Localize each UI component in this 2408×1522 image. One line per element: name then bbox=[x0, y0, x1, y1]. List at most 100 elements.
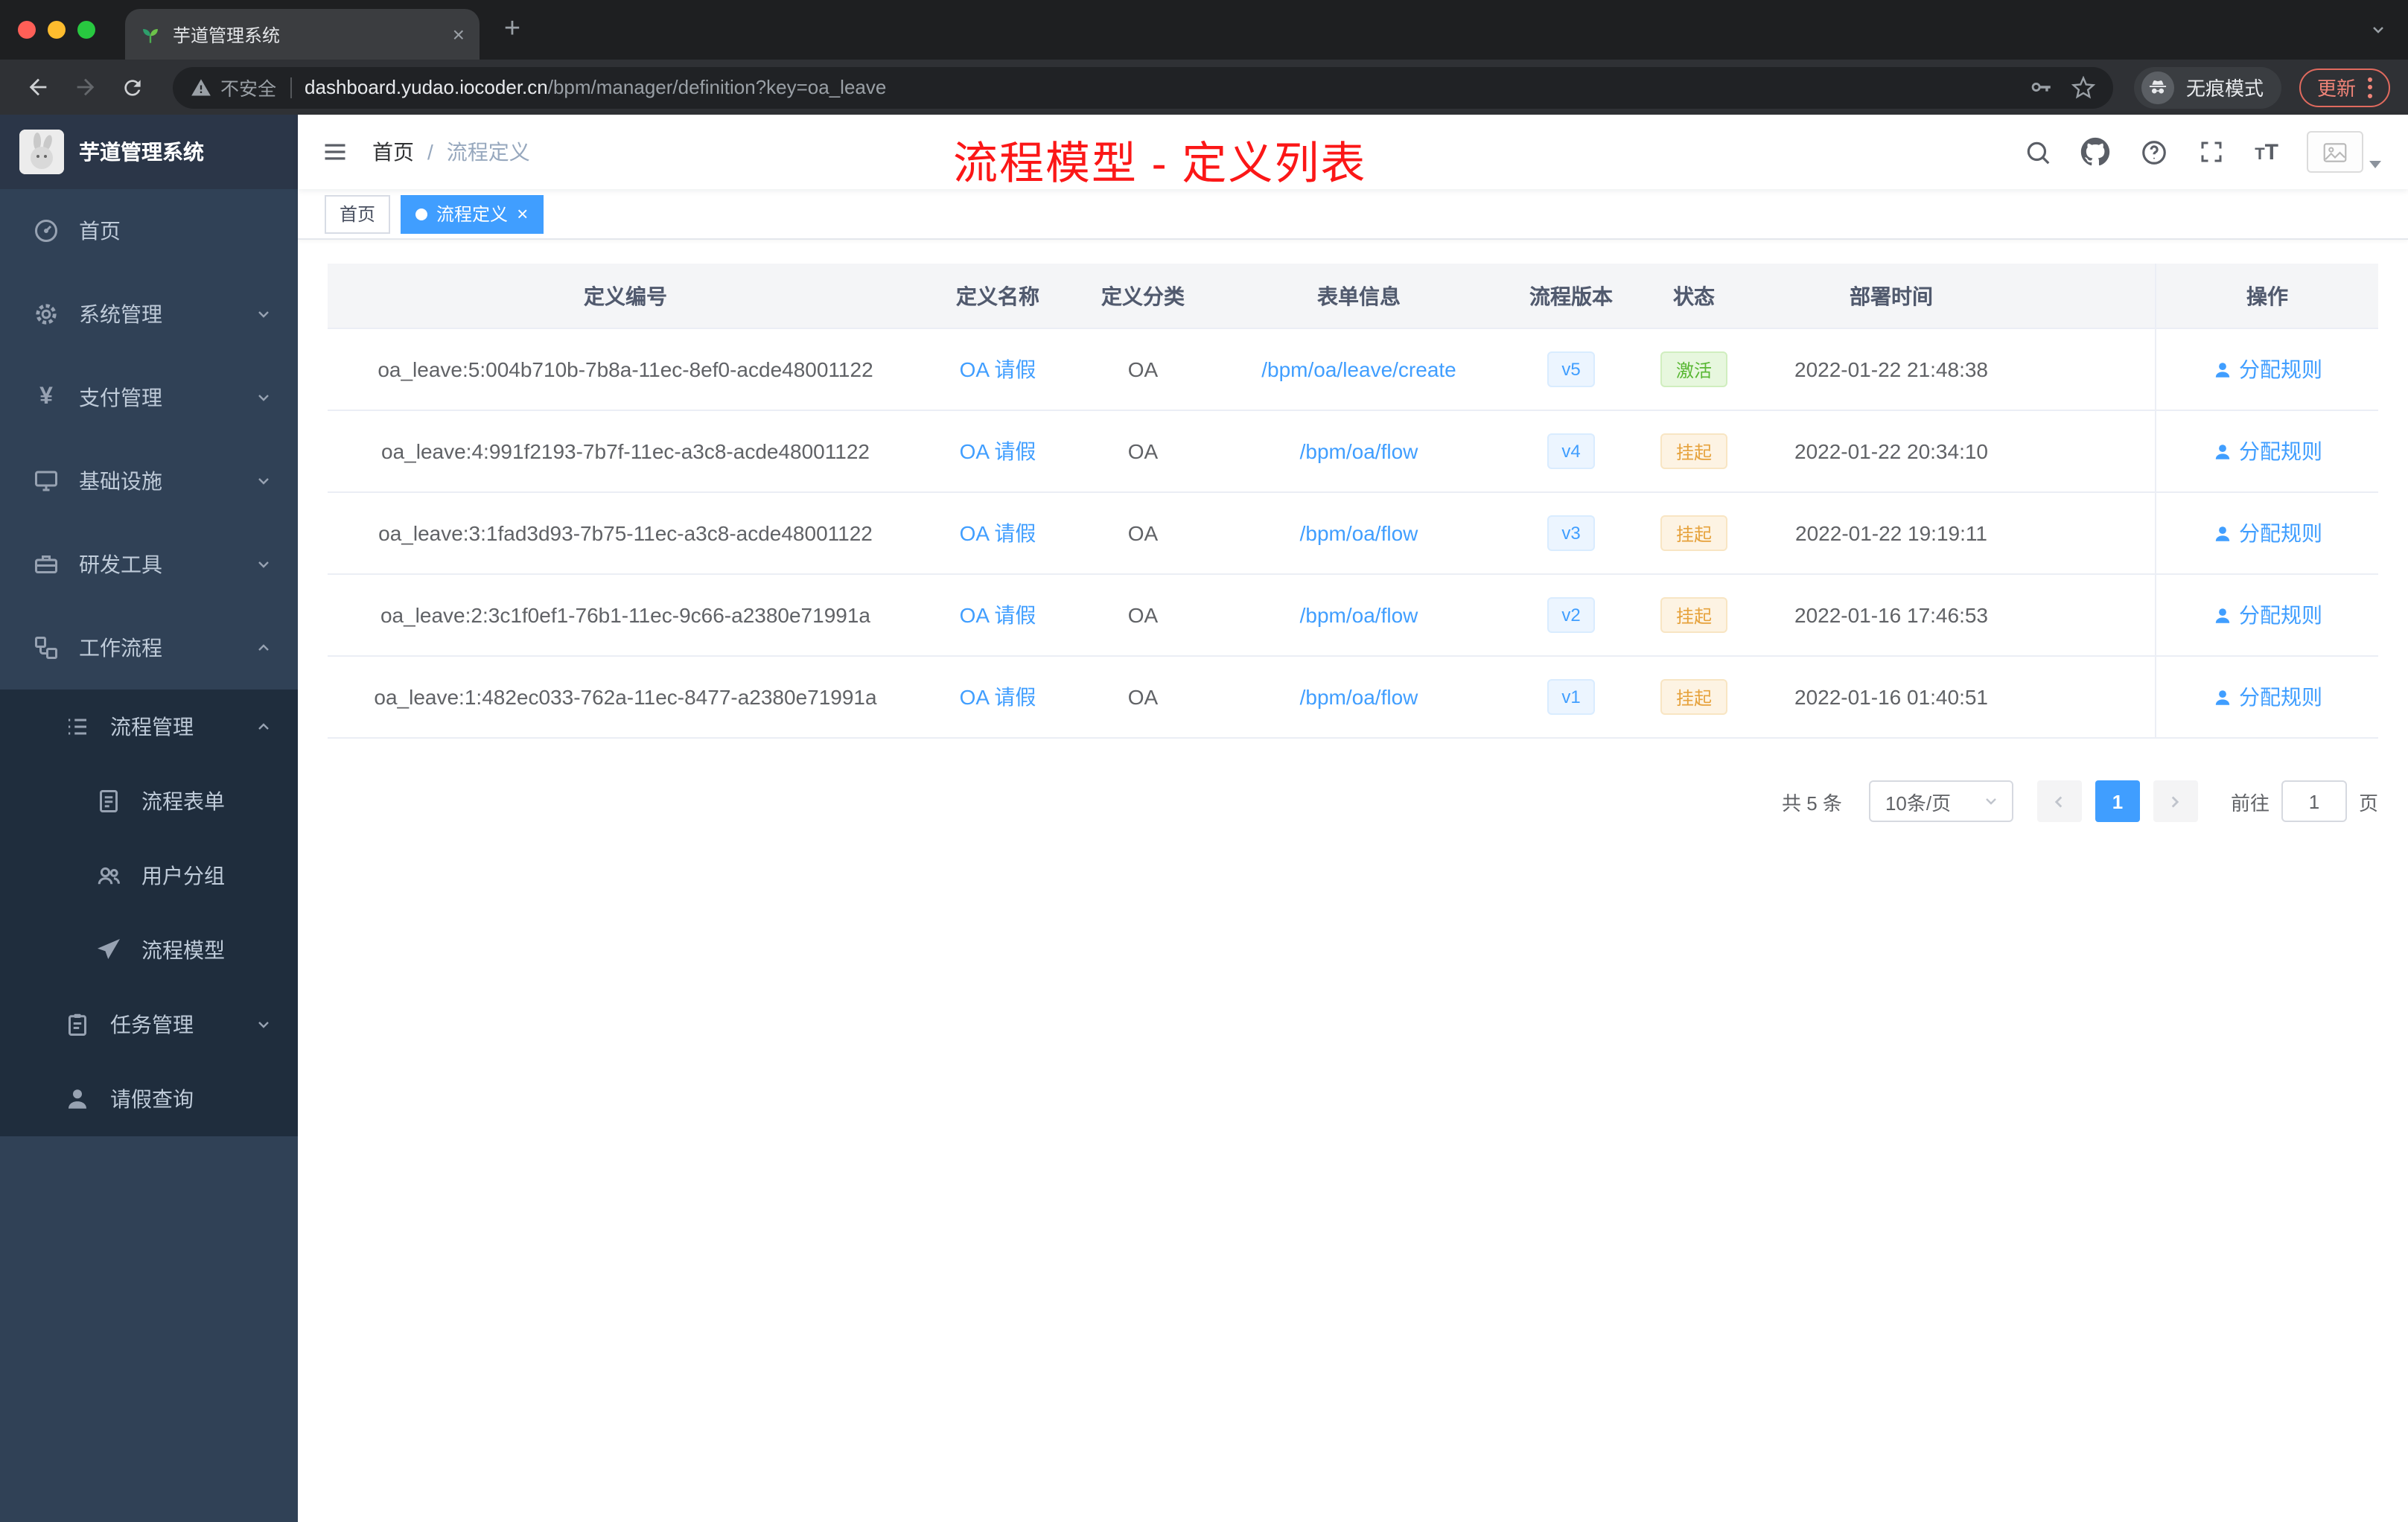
help-icon[interactable] bbox=[2138, 137, 2168, 167]
form-link[interactable]: /bpm/oa/flow bbox=[1300, 439, 1418, 463]
avatar-caret-icon bbox=[2369, 161, 2381, 168]
tag-close-icon[interactable]: × bbox=[517, 204, 528, 223]
form-link[interactable]: /bpm/oa/leave/create bbox=[1261, 357, 1456, 381]
password-key-icon[interactable] bbox=[2028, 74, 2054, 100]
col-header-status: 状态 bbox=[1673, 284, 1715, 308]
bookmark-star-icon[interactable] bbox=[2071, 75, 2095, 99]
cell-category: OA bbox=[1127, 603, 1159, 627]
cell-category: OA bbox=[1127, 521, 1159, 545]
assign-rule-button[interactable]: 分配规则 bbox=[2212, 682, 2322, 712]
sidebar-item-user-groups[interactable]: 用户分组 bbox=[0, 838, 298, 913]
cell-definition-id: oa_leave:3:1fad3d93-7b75-11ec-a3c8-acde4… bbox=[378, 521, 873, 545]
tag-process-definition[interactable]: 流程定义 × bbox=[401, 194, 544, 233]
sidebar: 芋道管理系统 首页 系统管理 ¥ 支付管理 基础设施 研发工具 工作流程 流程管… bbox=[0, 115, 298, 1522]
incognito-label: 无痕模式 bbox=[2185, 77, 2264, 100]
goto-page-input[interactable] bbox=[2281, 780, 2347, 822]
sidebar-item-label: 支付管理 bbox=[79, 386, 162, 410]
fullscreen-icon[interactable] bbox=[2197, 137, 2226, 167]
reload-icon[interactable] bbox=[113, 68, 152, 106]
sidebar-item-workflow[interactable]: 工作流程 bbox=[0, 606, 298, 690]
back-icon[interactable] bbox=[18, 68, 57, 106]
cell-deploy-time: 2022-01-22 20:34:10 bbox=[1794, 439, 1988, 463]
browser-tab[interactable]: 芋道管理系统 × bbox=[125, 9, 480, 60]
sidebar-item-infrastructure[interactable]: 基础设施 bbox=[0, 439, 298, 523]
form-link[interactable]: /bpm/oa/flow bbox=[1300, 685, 1418, 709]
tab-close-icon[interactable]: × bbox=[453, 24, 465, 45]
url-path: /bpm/manager/definition?key=oa_leave bbox=[547, 76, 887, 98]
window-minimize-button[interactable] bbox=[48, 21, 66, 39]
user-group-icon bbox=[95, 862, 122, 889]
definition-name-link[interactable]: OA 请假 bbox=[960, 518, 1036, 548]
monitor-icon bbox=[33, 468, 60, 494]
col-header-time: 部署时间 bbox=[1850, 284, 1933, 308]
address-bar[interactable]: 不安全 dashboard.yudao.iocoder.cn/bpm/manag… bbox=[173, 66, 2113, 108]
tag-home[interactable]: 首页 bbox=[325, 194, 391, 233]
breadcrumb-home[interactable]: 首页 bbox=[372, 137, 414, 167]
clipboard-icon bbox=[64, 1011, 91, 1038]
font-size-icon[interactable]: TT bbox=[2255, 139, 2278, 165]
window-close-button[interactable] bbox=[18, 21, 36, 39]
definition-name-link[interactable]: OA 请假 bbox=[960, 354, 1036, 384]
page-size-select[interactable]: 10条/页 bbox=[1868, 780, 2013, 822]
assign-rule-button[interactable]: 分配规则 bbox=[2212, 518, 2322, 548]
assign-rule-button[interactable]: 分配规则 bbox=[2212, 436, 2322, 466]
sidebar-toggle-icon[interactable] bbox=[298, 115, 372, 189]
chrome-update-button[interactable]: 更新 bbox=[2299, 68, 2390, 106]
definition-name-link[interactable]: OA 请假 bbox=[960, 600, 1036, 630]
sidebar-item-process-management[interactable]: 流程管理 bbox=[0, 690, 298, 764]
sidebar-menu: 首页 系统管理 ¥ 支付管理 基础设施 研发工具 工作流程 流程管理 流程表单 … bbox=[0, 189, 298, 1136]
table-row: oa_leave:5:004b710b-7b8a-11ec-8ef0-acde4… bbox=[328, 329, 2378, 411]
next-page-button[interactable] bbox=[2153, 780, 2198, 822]
cell-deploy-time: 2022-01-22 19:19:11 bbox=[1795, 521, 1987, 545]
tab-search-icon[interactable] bbox=[2369, 21, 2387, 39]
sidebar-item-label: 基础设施 bbox=[79, 469, 162, 493]
assign-rule-button[interactable]: 分配规则 bbox=[2212, 600, 2322, 630]
version-badge: v5 bbox=[1547, 351, 1596, 387]
sidebar-header: 芋道管理系统 bbox=[0, 115, 298, 189]
cell-category: OA bbox=[1127, 685, 1159, 709]
cell-deploy-time: 2022-01-16 17:46:53 bbox=[1794, 603, 1988, 627]
sidebar-item-task-management[interactable]: 任务管理 bbox=[0, 987, 298, 1062]
user-avatar[interactable] bbox=[2307, 131, 2381, 173]
assign-rule-button[interactable]: 分配规则 bbox=[2212, 354, 2322, 384]
current-page-button[interactable]: 1 bbox=[2095, 780, 2140, 822]
user-icon bbox=[64, 1086, 91, 1112]
sidebar-item-system[interactable]: 系统管理 bbox=[0, 273, 298, 356]
sidebar-item-dev-tools[interactable]: 研发工具 bbox=[0, 523, 298, 606]
app-frame: 芋道管理系统 首页 系统管理 ¥ 支付管理 基础设施 研发工具 工作流程 流程管… bbox=[0, 115, 2408, 1522]
definition-name-link[interactable]: OA 请假 bbox=[960, 436, 1036, 466]
version-badge: v4 bbox=[1547, 433, 1596, 469]
workflow-icon bbox=[33, 634, 60, 661]
sidebar-item-leave-query[interactable]: 请假查询 bbox=[0, 1062, 298, 1136]
url-text: dashboard.yudao.iocoder.cn/bpm/manager/d… bbox=[305, 76, 886, 98]
definition-table: 定义编号 定义名称 定义分类 表单信息 流程版本 状态 部署时间 操作 oa_l… bbox=[328, 264, 2378, 739]
form-link[interactable]: /bpm/oa/flow bbox=[1300, 521, 1418, 545]
new-tab-button[interactable]: + bbox=[491, 9, 533, 51]
security-indicator[interactable]: 不安全 bbox=[191, 73, 276, 101]
browser-menu-icon[interactable] bbox=[2368, 77, 2372, 98]
prev-page-button[interactable] bbox=[2036, 780, 2082, 822]
omnibox-divider bbox=[290, 77, 292, 98]
sidebar-item-payment[interactable]: ¥ 支付管理 bbox=[0, 356, 298, 439]
sidebar-item-label: 首页 bbox=[79, 219, 121, 243]
chevron-down-icon bbox=[255, 472, 273, 490]
incognito-badge[interactable]: 无痕模式 bbox=[2133, 66, 2281, 108]
annotation-title: 流程模型 - 定义列表 bbox=[953, 140, 1367, 189]
forward-icon[interactable] bbox=[66, 68, 104, 106]
status-badge: 挂起 bbox=[1660, 433, 1727, 469]
form-link[interactable]: /bpm/oa/flow bbox=[1300, 603, 1418, 627]
breadcrumb-current: 流程定义 bbox=[446, 140, 530, 164]
definition-name-link[interactable]: OA 请假 bbox=[960, 682, 1036, 712]
screen: 芋道管理系统 × + 不安全 dashboard.yudao.iocoder.c… bbox=[0, 0, 2408, 1522]
cell-category: OA bbox=[1127, 439, 1159, 463]
search-icon[interactable] bbox=[2022, 137, 2052, 167]
sidebar-item-process-model[interactable]: 流程模型 bbox=[0, 913, 298, 987]
chevron-down-icon bbox=[255, 1016, 273, 1034]
sidebar-item-label: 流程模型 bbox=[141, 938, 225, 962]
form-icon bbox=[95, 788, 122, 815]
sidebar-item-home[interactable]: 首页 bbox=[0, 189, 298, 273]
workflow-submenu: 流程管理 流程表单 用户分组 流程模型 任务管理 请假查询 bbox=[0, 690, 298, 1136]
github-icon[interactable] bbox=[2080, 137, 2110, 167]
window-zoom-button[interactable] bbox=[77, 21, 95, 39]
sidebar-item-process-form[interactable]: 流程表单 bbox=[0, 764, 298, 838]
